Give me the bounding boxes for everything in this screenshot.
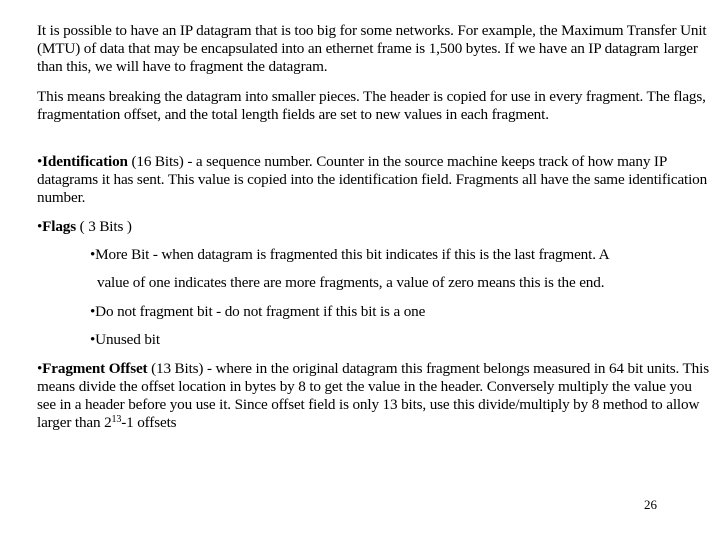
fragment-offset-suffix: -1 offsets bbox=[121, 414, 177, 431]
fragmentation-paragraph: This means breaking the datagram into sm… bbox=[37, 88, 706, 123]
identification-text: (16 Bits) - a sequence number. Counter i… bbox=[37, 153, 708, 206]
flags-sub-item-more-bit-continued: value of one indicates there are more fr… bbox=[97, 274, 605, 291]
identification-item: •Identification (16 Bits) - a sequence n… bbox=[37, 153, 709, 207]
identification-term: Identification bbox=[42, 153, 128, 170]
flags-sub-item-more-bit: •More Bit - when datagram is fragmented … bbox=[90, 246, 610, 263]
flags-sub-item-unused-bit: •Unused bit bbox=[90, 331, 160, 348]
page-number: 26 bbox=[644, 497, 657, 512]
fragment-offset-term: Fragment Offset bbox=[42, 360, 148, 377]
flags-term: Flags bbox=[42, 218, 77, 235]
flags-sub-item-do-not-fragment: •Do not fragment bit - do not fragment i… bbox=[90, 303, 426, 320]
exponent: 13 bbox=[111, 414, 122, 425]
flags-item: •Flags ( 3 Bits ) bbox=[37, 218, 709, 236]
intro-paragraph: It is possible to have an IP datagram th… bbox=[37, 22, 707, 75]
flags-text: ( 3 Bits ) bbox=[76, 218, 132, 235]
slide: It is possible to have an IP datagram th… bbox=[0, 0, 720, 540]
fragment-offset-item: •Fragment Offset (13 Bits) - where in th… bbox=[37, 360, 709, 432]
